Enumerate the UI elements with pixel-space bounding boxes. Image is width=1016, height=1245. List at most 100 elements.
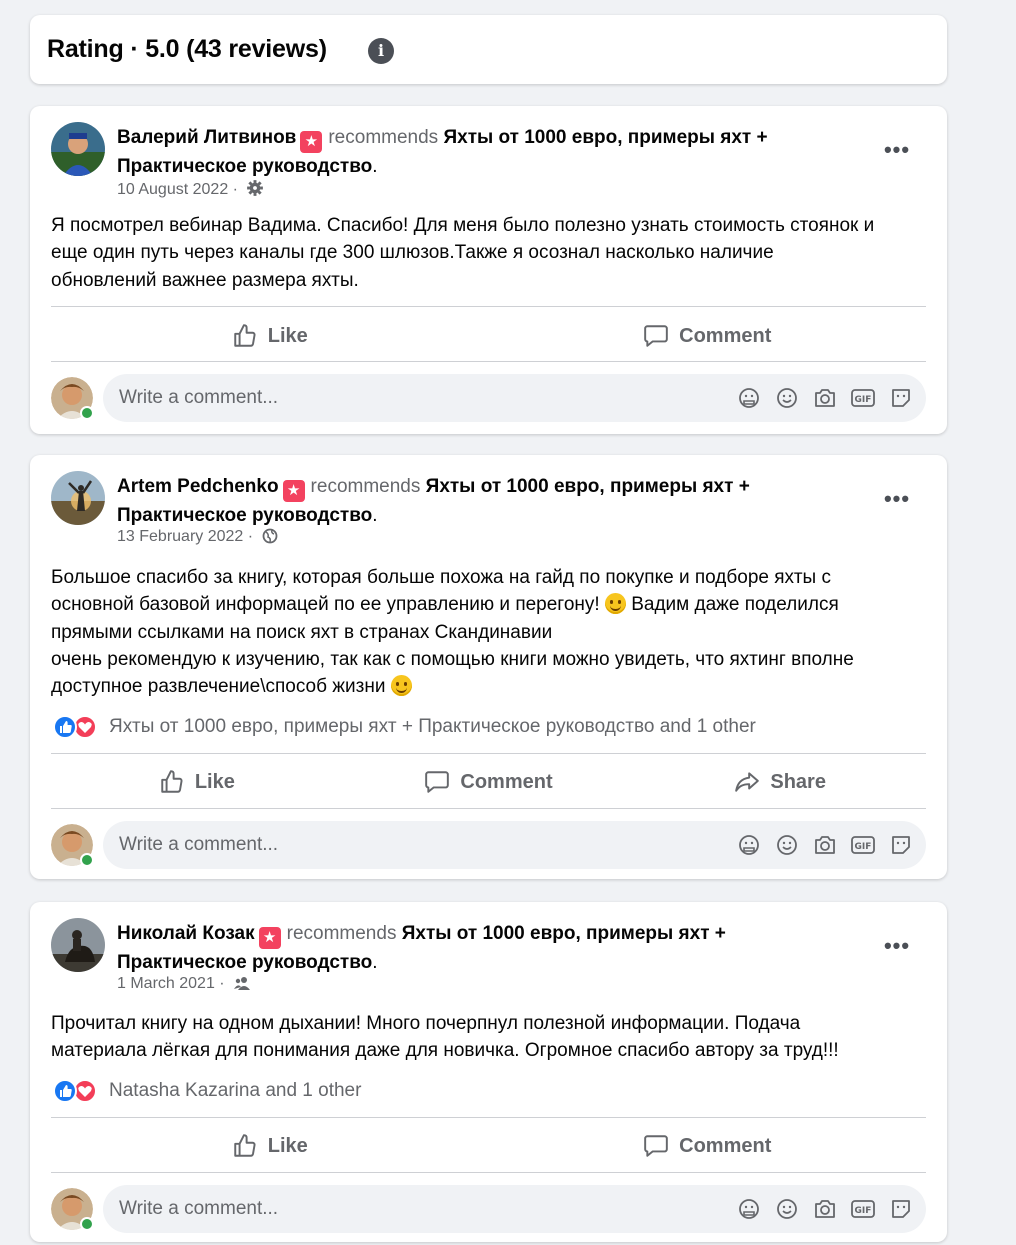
avatar-sticker-icon[interactable] xyxy=(736,1196,762,1222)
thumbs-up-icon xyxy=(234,1134,256,1157)
rating-header-card: Rating · 5.0 (43 reviews) i xyxy=(30,15,947,84)
author-avatar[interactable] xyxy=(51,918,105,972)
divider xyxy=(51,753,926,754)
post-text-line: еще один путь через каналы где 300 шлюзо… xyxy=(51,242,774,264)
post-actions: Like Comment Share xyxy=(51,760,926,804)
comment-button[interactable]: Comment xyxy=(489,1124,927,1168)
online-status-badge xyxy=(80,1217,94,1231)
post-text-line: материала лёгкая для понимания даже для … xyxy=(51,1040,839,1062)
comment-button[interactable]: Comment xyxy=(489,314,927,358)
like-button[interactable]: Like xyxy=(51,760,343,804)
emoji-icon[interactable] xyxy=(774,385,800,411)
smile-emoji-icon xyxy=(604,593,626,615)
comment-box-icons: GIF xyxy=(736,385,914,411)
divider xyxy=(51,1172,926,1173)
divider xyxy=(51,1117,926,1118)
post-text-line: очень рекомендую к изучению, так как с п… xyxy=(51,648,854,670)
post-text-fragment: основной базовой информацей по ее управл… xyxy=(51,594,605,616)
gif-icon[interactable]: GIF xyxy=(850,385,876,411)
camera-icon[interactable] xyxy=(812,385,838,411)
like-button[interactable]: Like xyxy=(51,314,489,358)
current-user-avatar[interactable] xyxy=(51,824,94,867)
comment-icon xyxy=(644,1135,668,1157)
post-date[interactable]: 10 August 2022 · xyxy=(117,181,238,198)
more-options-icon[interactable]: ••• xyxy=(879,932,915,968)
post-text-fragment: доступное развлечение\способ жизни xyxy=(51,676,391,698)
post-date-row: 1 March 2021 · xyxy=(117,975,251,993)
post-text: Прочитал книгу на одном дыхании! Много п… xyxy=(51,1010,923,1065)
comment-icon xyxy=(425,771,450,793)
comment-row: GIF xyxy=(51,1185,926,1233)
post-text: Я посмотрел вебинар Вадима. Спасибо! Для… xyxy=(51,212,923,294)
gif-icon[interactable]: GIF xyxy=(850,832,876,858)
post-text-line: Большое спасибо за книгу, которая больше… xyxy=(51,567,831,588)
rating-title: Rating · 5.0 (43 reviews) xyxy=(47,35,327,63)
comment-row: GIF xyxy=(51,821,926,869)
comment-box: GIF xyxy=(103,821,926,869)
globe-icon xyxy=(262,528,277,544)
post-text-fragment: Вадим даже поделился xyxy=(625,594,839,616)
reactions-text: Natasha Kazarina and 1 other xyxy=(109,1080,362,1101)
author-line: Artem Pedchenko ★ recommends Яхты от 1000 … xyxy=(117,473,817,529)
emoji-icon[interactable] xyxy=(774,832,800,858)
gear-icon xyxy=(247,180,264,196)
post-header: Николай Козак ★ recommends Яхты от 1000 ев… xyxy=(51,918,927,992)
emoji-icon[interactable] xyxy=(774,1196,800,1222)
friends-icon xyxy=(234,977,251,990)
info-icon[interactable]: i xyxy=(368,38,394,64)
post-text-line: Я посмотрел вебинар Вадима. Спасибо! Для… xyxy=(51,215,875,236)
online-status-badge xyxy=(80,853,94,867)
sticker-icon[interactable] xyxy=(888,1196,914,1222)
post-text-line: основной базовой информацей по ее управл… xyxy=(51,591,923,618)
camera-icon[interactable] xyxy=(812,832,838,858)
share-button[interactable]: Share xyxy=(634,760,926,804)
post-date[interactable]: 13 February 2022 · xyxy=(117,528,253,545)
svg-text:GIF: GIF xyxy=(855,395,872,405)
sticker-icon[interactable] xyxy=(888,385,914,411)
thumbs-up-icon xyxy=(161,770,183,793)
divider xyxy=(51,808,926,809)
divider xyxy=(51,361,926,362)
comment-input[interactable] xyxy=(119,821,619,869)
post-header: Artem Pedchenko ★ recommends Яхты от 1000 … xyxy=(51,471,927,545)
post-text-line: доступное развлечение\способ жизни xyxy=(51,673,923,700)
recommend-badge-icon: ★ xyxy=(282,480,305,502)
comment-input[interactable] xyxy=(119,1185,619,1233)
author-name[interactable]: Николай Козак xyxy=(117,923,255,944)
author-line: Николай Козак ★ recommends Яхты от 1000 ев… xyxy=(117,920,817,976)
like-label: Like xyxy=(194,770,235,793)
like-reaction-icon xyxy=(53,715,77,739)
author-avatar[interactable] xyxy=(51,122,105,176)
svg-text:GIF: GIF xyxy=(855,842,872,852)
comment-label: Comment xyxy=(679,1134,772,1157)
author-name[interactable]: Artem Pedchenko xyxy=(117,476,279,497)
author-name[interactable]: Валерий Литвинов xyxy=(117,127,296,148)
like-label: Like xyxy=(267,324,308,347)
comment-box-icons: GIF xyxy=(736,832,914,858)
period: . xyxy=(372,505,378,526)
current-user-avatar[interactable] xyxy=(51,377,94,420)
post-text: Большое спасибо за книгу, которая больше… xyxy=(51,564,923,700)
comment-button[interactable]: Comment xyxy=(343,760,635,804)
gif-icon[interactable]: GIF xyxy=(850,1196,876,1222)
comment-box-icons: GIF xyxy=(736,1196,914,1222)
comment-input[interactable] xyxy=(119,374,619,422)
period: . xyxy=(372,156,378,177)
camera-icon[interactable] xyxy=(812,1196,838,1222)
sticker-icon[interactable] xyxy=(888,832,914,858)
post-text-line: Прочитал книгу на одном дыхании! Много п… xyxy=(51,1013,801,1034)
current-user-avatar[interactable] xyxy=(51,1188,94,1231)
avatar-sticker-icon[interactable] xyxy=(736,385,762,411)
more-options-icon[interactable]: ••• xyxy=(879,485,915,521)
more-options-icon[interactable]: ••• xyxy=(879,136,915,172)
comment-box: GIF xyxy=(103,1185,926,1233)
post-text-line: обновлений важнее размера яхты. xyxy=(51,269,359,291)
comment-label: Comment xyxy=(679,324,772,347)
recommends-label: recommends xyxy=(328,127,439,148)
author-avatar[interactable] xyxy=(51,471,105,525)
avatar-sticker-icon[interactable] xyxy=(736,832,762,858)
period: . xyxy=(372,952,378,973)
like-button[interactable]: Like xyxy=(51,1124,489,1168)
reactions-text: Яхты от 1000 евро, примеры яхт + Практич… xyxy=(109,716,756,737)
post-date[interactable]: 1 March 2021 · xyxy=(117,975,225,992)
